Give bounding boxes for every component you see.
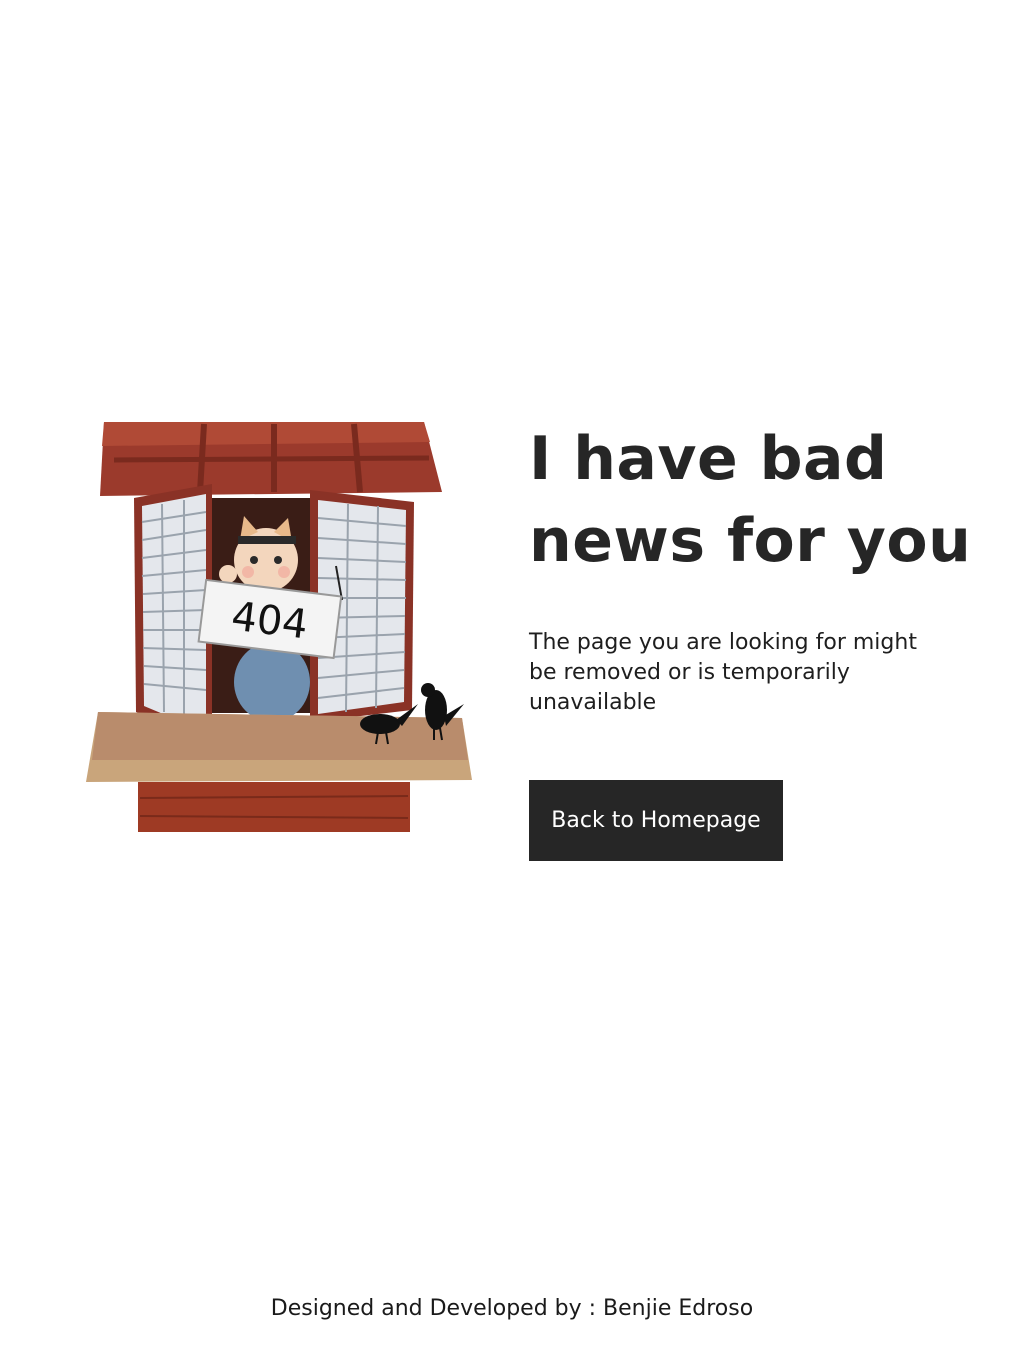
back-to-homepage-button[interactable]: Back to Homepage bbox=[529, 780, 783, 861]
svg-text:404: 404 bbox=[229, 593, 310, 648]
footer-credit: Designed and Developed by : Benjie Edros… bbox=[270, 1296, 754, 1321]
error-content: I have bad news for you The page you are… bbox=[529, 418, 999, 861]
house-404-illustration: 404 bbox=[84, 420, 476, 836]
error-message: The page you are looking for might be re… bbox=[529, 630, 917, 715]
page-title: I have bad news for you bbox=[529, 424, 972, 576]
balcony-base bbox=[138, 782, 410, 832]
